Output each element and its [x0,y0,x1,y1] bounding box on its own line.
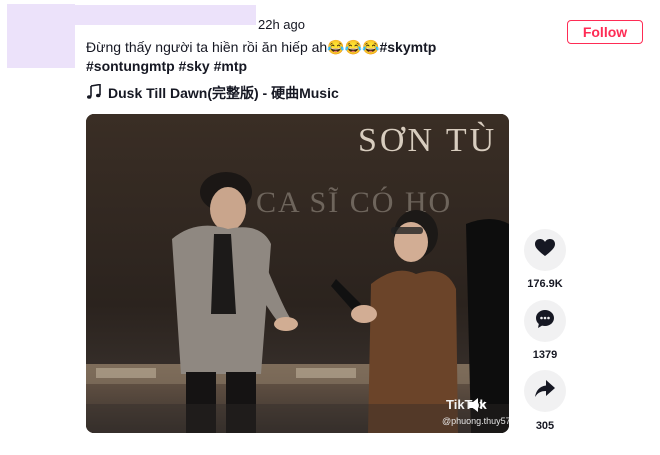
post-time: 22h ago [258,17,305,32]
video-player[interactable]: SƠN TÙ CA SĨ CÓ HO TikTok @phuong.thuy57 [86,114,509,433]
video-frame: SƠN TÙ CA SĨ CÓ HO [86,114,509,433]
music-link[interactable]: Dusk Till Dawn(完整版) - 硬曲Music [86,83,339,103]
avatar-redaction [7,4,75,68]
comment-count: 1379 [532,349,558,361]
comment-icon [535,309,555,334]
like-count: 176.9K [527,278,563,290]
share-arrow-icon [535,379,555,403]
heart-icon [535,238,555,262]
watermark-handle: @phuong.thuy57 [442,416,509,426]
like-button[interactable] [524,229,566,271]
music-title: Dusk Till Dawn(完整版) - 硬曲Music [108,85,339,101]
speaker-muted-icon[interactable] [468,397,486,413]
stage-text-top: SƠN TÙ [358,121,497,159]
hashtag-link[interactable]: #skymtp [379,39,436,55]
caption-text: Đừng thấy người ta hiền rồi ăn hiếp ah😂😂… [86,39,380,55]
username-redaction [75,5,256,25]
share-count: 305 [535,420,555,432]
post-caption: Đừng thấy người ta hiền rồi ăn hiếp ah😂😂… [86,38,546,76]
follow-button[interactable]: Follow [567,20,643,44]
hashtag-links[interactable]: #sontungmtp #sky #mtp [86,58,247,74]
comment-button[interactable] [524,300,566,342]
share-button[interactable] [524,370,566,412]
music-note-icon [86,83,102,103]
